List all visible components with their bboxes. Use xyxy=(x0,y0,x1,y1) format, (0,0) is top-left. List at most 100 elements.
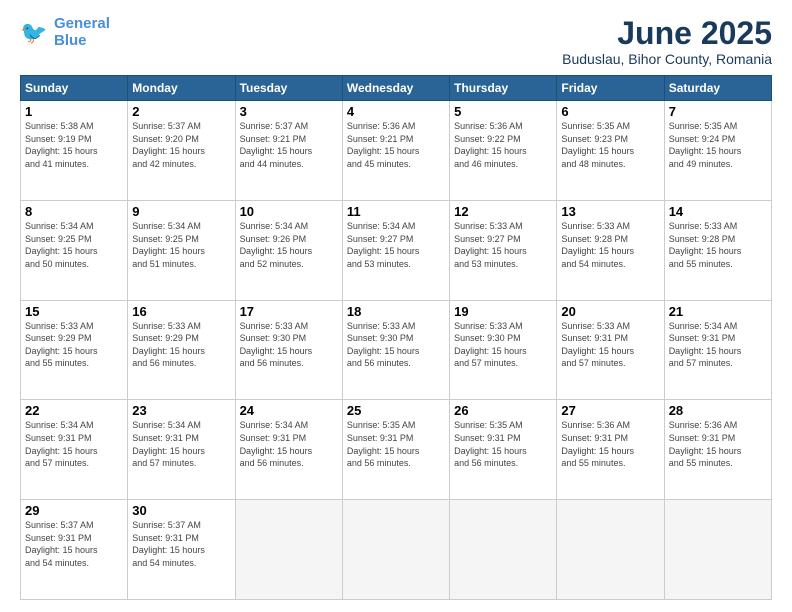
logo-icon: 🐦 xyxy=(20,18,50,48)
table-row xyxy=(664,500,771,600)
table-row: 10Sunrise: 5:34 AMSunset: 9:26 PMDayligh… xyxy=(235,200,342,300)
day-number: 28 xyxy=(669,403,767,418)
day-number: 27 xyxy=(561,403,659,418)
day-number: 19 xyxy=(454,304,552,319)
table-row: 7Sunrise: 5:35 AMSunset: 9:24 PMDaylight… xyxy=(664,101,771,201)
header-tuesday: Tuesday xyxy=(235,76,342,101)
table-row: 4Sunrise: 5:36 AMSunset: 9:21 PMDaylight… xyxy=(342,101,449,201)
day-info: Sunrise: 5:33 AMSunset: 9:28 PMDaylight:… xyxy=(561,220,659,270)
table-row: 26Sunrise: 5:35 AMSunset: 9:31 PMDayligh… xyxy=(450,400,557,500)
day-info: Sunrise: 5:37 AMSunset: 9:20 PMDaylight:… xyxy=(132,120,230,170)
table-row: 5Sunrise: 5:36 AMSunset: 9:22 PMDaylight… xyxy=(450,101,557,201)
day-info: Sunrise: 5:33 AMSunset: 9:29 PMDaylight:… xyxy=(25,320,123,370)
calendar-week-5: 29Sunrise: 5:37 AMSunset: 9:31 PMDayligh… xyxy=(21,500,772,600)
svg-text:🐦: 🐦 xyxy=(20,20,47,45)
table-row: 8Sunrise: 5:34 AMSunset: 9:25 PMDaylight… xyxy=(21,200,128,300)
day-number: 17 xyxy=(240,304,338,319)
day-info: Sunrise: 5:33 AMSunset: 9:30 PMDaylight:… xyxy=(347,320,445,370)
day-number: 5 xyxy=(454,104,552,119)
day-info: Sunrise: 5:35 AMSunset: 9:31 PMDaylight:… xyxy=(347,419,445,469)
day-info: Sunrise: 5:36 AMSunset: 9:31 PMDaylight:… xyxy=(669,419,767,469)
day-number: 7 xyxy=(669,104,767,119)
header-saturday: Saturday xyxy=(664,76,771,101)
day-number: 15 xyxy=(25,304,123,319)
month-title: June 2025 xyxy=(562,16,772,51)
location-title: Buduslau, Bihor County, Romania xyxy=(562,51,772,67)
table-row: 28Sunrise: 5:36 AMSunset: 9:31 PMDayligh… xyxy=(664,400,771,500)
table-row xyxy=(342,500,449,600)
logo-blue: Blue xyxy=(54,32,87,49)
table-row: 22Sunrise: 5:34 AMSunset: 9:31 PMDayligh… xyxy=(21,400,128,500)
calendar-header-row: Sunday Monday Tuesday Wednesday Thursday… xyxy=(21,76,772,101)
day-info: Sunrise: 5:34 AMSunset: 9:26 PMDaylight:… xyxy=(240,220,338,270)
day-info: Sunrise: 5:36 AMSunset: 9:21 PMDaylight:… xyxy=(347,120,445,170)
day-number: 30 xyxy=(132,503,230,518)
day-number: 23 xyxy=(132,403,230,418)
calendar-table: Sunday Monday Tuesday Wednesday Thursday… xyxy=(20,75,772,600)
header: 🐦 General Blue June 2025 Buduslau, Bihor… xyxy=(20,16,772,67)
day-number: 11 xyxy=(347,204,445,219)
day-info: Sunrise: 5:35 AMSunset: 9:31 PMDaylight:… xyxy=(454,419,552,469)
header-friday: Friday xyxy=(557,76,664,101)
table-row: 19Sunrise: 5:33 AMSunset: 9:30 PMDayligh… xyxy=(450,300,557,400)
day-info: Sunrise: 5:35 AMSunset: 9:24 PMDaylight:… xyxy=(669,120,767,170)
day-number: 21 xyxy=(669,304,767,319)
day-info: Sunrise: 5:34 AMSunset: 9:27 PMDaylight:… xyxy=(347,220,445,270)
header-sunday: Sunday xyxy=(21,76,128,101)
day-number: 8 xyxy=(25,204,123,219)
page: 🐦 General Blue June 2025 Buduslau, Bihor… xyxy=(0,0,792,612)
table-row: 20Sunrise: 5:33 AMSunset: 9:31 PMDayligh… xyxy=(557,300,664,400)
logo-general: General xyxy=(54,15,110,32)
table-row: 16Sunrise: 5:33 AMSunset: 9:29 PMDayligh… xyxy=(128,300,235,400)
day-info: Sunrise: 5:33 AMSunset: 9:28 PMDaylight:… xyxy=(669,220,767,270)
day-number: 20 xyxy=(561,304,659,319)
table-row: 13Sunrise: 5:33 AMSunset: 9:28 PMDayligh… xyxy=(557,200,664,300)
table-row: 17Sunrise: 5:33 AMSunset: 9:30 PMDayligh… xyxy=(235,300,342,400)
table-row: 2Sunrise: 5:37 AMSunset: 9:20 PMDaylight… xyxy=(128,101,235,201)
table-row: 12Sunrise: 5:33 AMSunset: 9:27 PMDayligh… xyxy=(450,200,557,300)
table-row: 9Sunrise: 5:34 AMSunset: 9:25 PMDaylight… xyxy=(128,200,235,300)
day-info: Sunrise: 5:36 AMSunset: 9:31 PMDaylight:… xyxy=(561,419,659,469)
day-number: 18 xyxy=(347,304,445,319)
calendar-week-4: 22Sunrise: 5:34 AMSunset: 9:31 PMDayligh… xyxy=(21,400,772,500)
logo: 🐦 General Blue xyxy=(20,16,110,49)
day-number: 9 xyxy=(132,204,230,219)
table-row: 14Sunrise: 5:33 AMSunset: 9:28 PMDayligh… xyxy=(664,200,771,300)
day-number: 25 xyxy=(347,403,445,418)
day-info: Sunrise: 5:35 AMSunset: 9:23 PMDaylight:… xyxy=(561,120,659,170)
day-info: Sunrise: 5:34 AMSunset: 9:31 PMDaylight:… xyxy=(25,419,123,469)
day-info: Sunrise: 5:34 AMSunset: 9:31 PMDaylight:… xyxy=(669,320,767,370)
table-row: 1Sunrise: 5:38 AMSunset: 9:19 PMDaylight… xyxy=(21,101,128,201)
calendar-week-2: 8 Sunrise: 5:34 AMSunset: 9:25 PMDaylight… xyxy=(21,200,772,300)
table-row xyxy=(450,500,557,600)
table-row xyxy=(235,500,342,600)
header-monday: Monday xyxy=(128,76,235,101)
day-number: 16 xyxy=(132,304,230,319)
day-number: 6 xyxy=(561,104,659,119)
day-number: 10 xyxy=(240,204,338,219)
day-info: Sunrise: 5:33 AMSunset: 9:31 PMDaylight:… xyxy=(561,320,659,370)
day-info: Sunrise: 5:38 AMSunset: 9:19 PMDaylight:… xyxy=(25,120,123,170)
day-number: 13 xyxy=(561,204,659,219)
table-row xyxy=(557,500,664,600)
calendar-week-1: 1Sunrise: 5:38 AMSunset: 9:19 PMDaylight… xyxy=(21,101,772,201)
day-info: Sunrise: 5:34 AMSunset: 9:31 PMDaylight:… xyxy=(240,419,338,469)
day-number: 29 xyxy=(25,503,123,518)
logo-text: General Blue xyxy=(54,16,110,49)
day-number: 1 xyxy=(25,104,123,119)
table-row: 29Sunrise: 5:37 AMSunset: 9:31 PMDayligh… xyxy=(21,500,128,600)
table-row: 27Sunrise: 5:36 AMSunset: 9:31 PMDayligh… xyxy=(557,400,664,500)
day-info: Sunrise: 5:37 AMSunset: 9:21 PMDaylight:… xyxy=(240,120,338,170)
table-row: 15Sunrise: 5:33 AMSunset: 9:29 PMDayligh… xyxy=(21,300,128,400)
header-wednesday: Wednesday xyxy=(342,76,449,101)
table-row: 25Sunrise: 5:35 AMSunset: 9:31 PMDayligh… xyxy=(342,400,449,500)
table-row: 23Sunrise: 5:34 AMSunset: 9:31 PMDayligh… xyxy=(128,400,235,500)
header-thursday: Thursday xyxy=(450,76,557,101)
table-row: 11Sunrise: 5:34 AMSunset: 9:27 PMDayligh… xyxy=(342,200,449,300)
day-number: 24 xyxy=(240,403,338,418)
day-number: 4 xyxy=(347,104,445,119)
table-row: 3Sunrise: 5:37 AMSunset: 9:21 PMDaylight… xyxy=(235,101,342,201)
calendar-week-3: 15Sunrise: 5:33 AMSunset: 9:29 PMDayligh… xyxy=(21,300,772,400)
day-info: Sunrise: 5:37 AMSunset: 9:31 PMDaylight:… xyxy=(25,519,123,569)
day-info: Sunrise: 5:34 AMSunset: 9:25 PMDaylight:… xyxy=(132,220,230,270)
